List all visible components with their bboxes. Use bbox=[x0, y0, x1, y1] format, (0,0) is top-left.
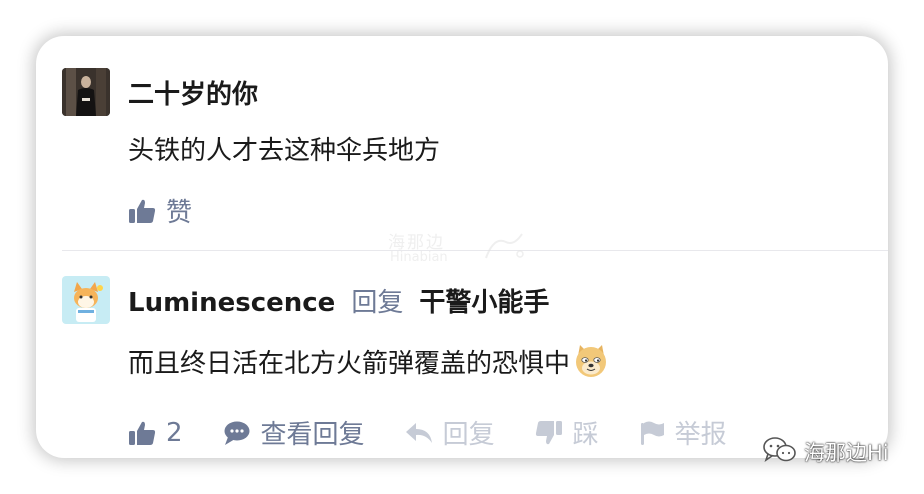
comment-actions: 赞 bbox=[128, 192, 232, 229]
reply-button[interactable]: 回复 bbox=[405, 414, 495, 451]
comment-text-content: 而且终日活在北方火箭弹覆盖的恐惧中 bbox=[128, 348, 571, 379]
reply-indicator: 回复 bbox=[351, 288, 404, 318]
comment-actions: 2 查看回复 回复 踩 举报 bbox=[128, 414, 767, 451]
report-button[interactable]: 举报 bbox=[639, 414, 727, 451]
like-label: 赞 bbox=[166, 198, 193, 228]
wechat-watermark: 海那边Hi bbox=[762, 436, 889, 468]
like-button[interactable]: 2 bbox=[128, 418, 183, 448]
thumbs-up-icon bbox=[128, 198, 156, 224]
flag-icon bbox=[639, 420, 665, 446]
wechat-icon bbox=[762, 436, 798, 468]
reply-label: 回复 bbox=[442, 420, 495, 450]
avatar[interactable] bbox=[62, 68, 110, 116]
view-replies-button[interactable]: 查看回复 bbox=[223, 414, 365, 451]
wechat-account-name: 海那边Hi bbox=[804, 441, 889, 465]
comment-header: 二十岁的你 bbox=[128, 74, 258, 111]
comment-text: 而且终日活在北方火箭弹覆盖的恐惧中 bbox=[128, 342, 610, 380]
comment-card: 二十岁的你 头铁的人才去这种伞兵地方 赞 海那边 Hinabian Lumine… bbox=[36, 36, 888, 458]
dislike-button[interactable]: 踩 bbox=[535, 414, 599, 451]
report-label: 举报 bbox=[674, 420, 727, 450]
doge-emoji-icon bbox=[572, 342, 610, 380]
username[interactable]: Luminescence bbox=[128, 288, 335, 318]
reply-target-username[interactable]: 干警小能手 bbox=[419, 282, 549, 319]
view-replies-label: 查看回复 bbox=[260, 420, 365, 450]
username[interactable]: 二十岁的你 bbox=[128, 74, 258, 111]
screenshot-stage: 二十岁的你 头铁的人才去这种伞兵地方 赞 海那边 Hinabian Lumine… bbox=[0, 0, 924, 494]
comment-item: 二十岁的你 头铁的人才去这种伞兵地方 赞 bbox=[36, 36, 888, 252]
like-count: 2 bbox=[166, 417, 183, 448]
comment-header: Luminescence 回复 干警小能手 bbox=[128, 282, 549, 319]
comment-text: 头铁的人才去这种伞兵地方 bbox=[128, 136, 441, 166]
dislike-label: 踩 bbox=[572, 420, 599, 450]
like-button[interactable]: 赞 bbox=[128, 192, 192, 229]
reply-arrow-icon bbox=[405, 421, 433, 445]
comment-item: Luminescence 回复 干警小能手 而且终日活在北方火箭弹覆盖的恐惧中 bbox=[36, 252, 888, 458]
speech-bubble-icon bbox=[223, 420, 251, 446]
thumbs-up-icon bbox=[128, 420, 156, 446]
thumbs-down-icon bbox=[535, 420, 563, 446]
avatar[interactable] bbox=[62, 276, 110, 324]
